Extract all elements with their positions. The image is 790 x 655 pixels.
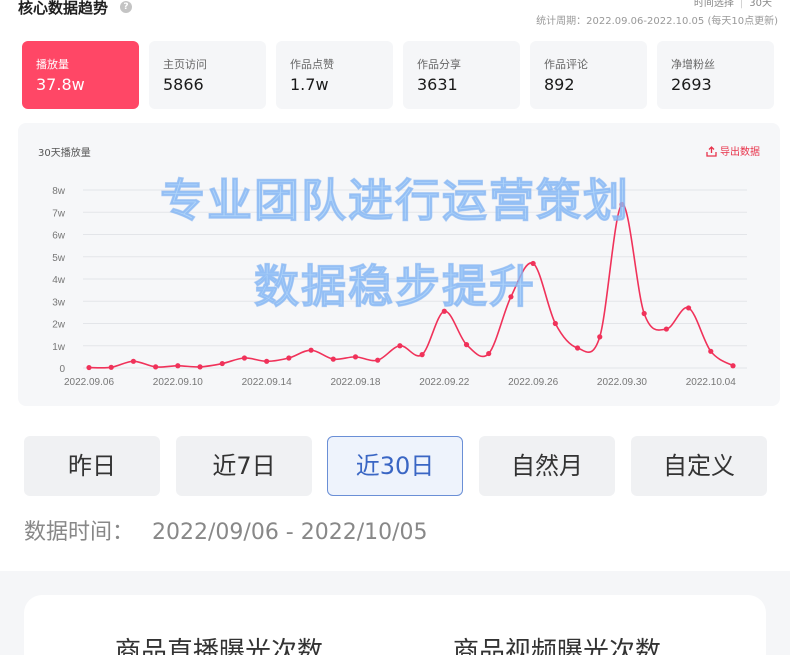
metric-live-exposure: 商品直播曝光次数 bbox=[115, 637, 324, 655]
range-custom-button[interactable]: 自定义 bbox=[631, 436, 767, 496]
data-point bbox=[530, 260, 536, 267]
y-tick-label: 4w bbox=[52, 275, 66, 286]
data-time: 数据时间： 2022/09/06 - 2022/10/05 bbox=[24, 514, 428, 546]
metric-cards: 播放量 37.8w 主页访问 5866 作品点赞 1.7w 作品分享 3631 … bbox=[22, 41, 776, 109]
data-point bbox=[375, 357, 381, 363]
data-point bbox=[419, 352, 425, 358]
metric-card-value: 2693 bbox=[671, 75, 712, 94]
range-30d-button[interactable]: 近30日 bbox=[327, 436, 463, 496]
metric-card-plays[interactable]: 播放量 37.8w bbox=[22, 41, 139, 109]
metric-card-comments[interactable]: 作品评论 892 bbox=[530, 41, 647, 109]
chart-panel: 0 1w 2w 3w 4w 5w 6w 7w 8w 2022.09.06 2022.09.10 202… bbox=[18, 123, 780, 406]
y-tick-label: 1w bbox=[52, 342, 66, 353]
data-time-value: 2022/09/06 - 2022/10/05 bbox=[152, 520, 428, 545]
metric-card-label: 播放量 bbox=[36, 58, 69, 71]
series-line bbox=[88, 203, 734, 369]
data-point bbox=[641, 310, 647, 317]
data-point bbox=[330, 356, 336, 362]
data-point bbox=[308, 347, 314, 353]
range-yesterday-button[interactable]: 昨日 bbox=[24, 436, 160, 496]
data-point bbox=[241, 355, 248, 361]
data-point bbox=[130, 358, 137, 364]
data-point bbox=[264, 358, 270, 364]
stat-period-range: 统计周期：2022.09.06-2022.10.05 bbox=[536, 16, 705, 27]
data-point bbox=[441, 308, 447, 314]
y-tick-label: 6w bbox=[52, 231, 66, 242]
data-point bbox=[86, 364, 92, 371]
metric-video-exposure: 商品视频曝光次数 bbox=[453, 637, 662, 655]
export-icon bbox=[706, 146, 717, 157]
metric-card-label: 作品分享 bbox=[417, 58, 461, 71]
metric-card-label: 净增粉丝 bbox=[671, 58, 715, 71]
x-tick-label: 2022.10.04 bbox=[686, 377, 736, 388]
export-button[interactable]: 导出数据 bbox=[706, 143, 760, 158]
y-tick-label: 5w bbox=[52, 253, 66, 264]
update-note: (每天10点更新) bbox=[707, 16, 778, 27]
metric-card-value: 892 bbox=[544, 75, 575, 94]
metric-card-shares[interactable]: 作品分享 3631 bbox=[403, 41, 520, 109]
x-tick-label: 2022.09.18 bbox=[330, 377, 380, 388]
data-point bbox=[352, 354, 359, 360]
line-chart: 0 1w 2w 3w 4w 5w 6w 7w 8w 2022.09.06 2022.09.10 202… bbox=[52, 186, 747, 388]
data-point bbox=[574, 345, 581, 351]
data-point bbox=[175, 363, 181, 369]
data-point bbox=[685, 305, 692, 311]
data-point bbox=[730, 363, 736, 369]
data-point bbox=[197, 364, 203, 370]
metric-card-value: 37.8w bbox=[36, 75, 85, 94]
question-circle-icon[interactable]: ? bbox=[120, 1, 132, 13]
data-point bbox=[708, 348, 714, 354]
range-7d-button[interactable]: 近7日 bbox=[176, 436, 312, 496]
export-label: 导出数据 bbox=[720, 147, 760, 158]
y-tick-label: 8w bbox=[52, 186, 66, 197]
metric-card-label: 作品评论 bbox=[544, 58, 588, 71]
data-point bbox=[219, 360, 225, 367]
x-tick-label: 2022.09.14 bbox=[242, 377, 292, 388]
data-time-label: 数据时间： bbox=[24, 520, 135, 545]
page-title: 核心数据趋势 bbox=[18, 0, 109, 17]
data-point bbox=[486, 350, 492, 357]
x-tick-label: 2022.09.06 bbox=[64, 377, 114, 388]
time-select-value: 30天 bbox=[749, 0, 772, 9]
time-select-label: 时间选择 bbox=[693, 0, 734, 9]
data-point bbox=[108, 364, 114, 370]
data-point bbox=[463, 342, 470, 348]
stat-period: 统计周期：2022.09.06-2022.10.05 (每天10点更新) bbox=[536, 12, 778, 27]
range-month-button[interactable]: 自然月 bbox=[479, 436, 615, 496]
metric-card-value: 5866 bbox=[163, 75, 204, 94]
separator: | bbox=[739, 0, 744, 9]
data-point bbox=[597, 334, 603, 340]
time-select[interactable]: 时间选择 | 30天 bbox=[694, 0, 772, 9]
metric-card-new-fans[interactable]: 净增粉丝 2693 bbox=[657, 41, 774, 109]
metric-card-likes[interactable]: 作品点赞 1.7w bbox=[276, 41, 393, 109]
data-point bbox=[397, 343, 403, 349]
y-tick-label: 0 bbox=[59, 364, 65, 375]
x-tick-label: 2022.09.22 bbox=[419, 377, 469, 388]
data-point bbox=[286, 355, 292, 361]
y-tick-label: 7w bbox=[52, 208, 66, 219]
x-tick-label: 2022.09.26 bbox=[508, 377, 558, 388]
metric-card-value: 1.7w bbox=[290, 75, 329, 94]
data-point bbox=[153, 364, 159, 370]
data-point bbox=[552, 320, 558, 327]
data-point bbox=[663, 326, 669, 332]
metric-card-label: 主页访问 bbox=[163, 58, 207, 71]
metric-card-home-visits[interactable]: 主页访问 5866 bbox=[149, 41, 266, 109]
metric-card-label: 作品点赞 bbox=[290, 58, 334, 71]
x-tick-label: 2022.09.30 bbox=[597, 377, 647, 388]
data-point bbox=[508, 294, 514, 300]
metric-card-value: 3631 bbox=[417, 75, 458, 94]
data-point bbox=[619, 201, 625, 208]
y-tick-label: 2w bbox=[52, 320, 66, 331]
trend-page: 核心数据趋势 ? 时间选择 | 30天 统计周期：2022.09.06-2022.1… bbox=[0, 0, 790, 655]
chart-title: 30天播放量 bbox=[38, 148, 91, 159]
x-tick-label: 2022.09.10 bbox=[153, 377, 203, 388]
y-tick-label: 3w bbox=[52, 297, 66, 308]
